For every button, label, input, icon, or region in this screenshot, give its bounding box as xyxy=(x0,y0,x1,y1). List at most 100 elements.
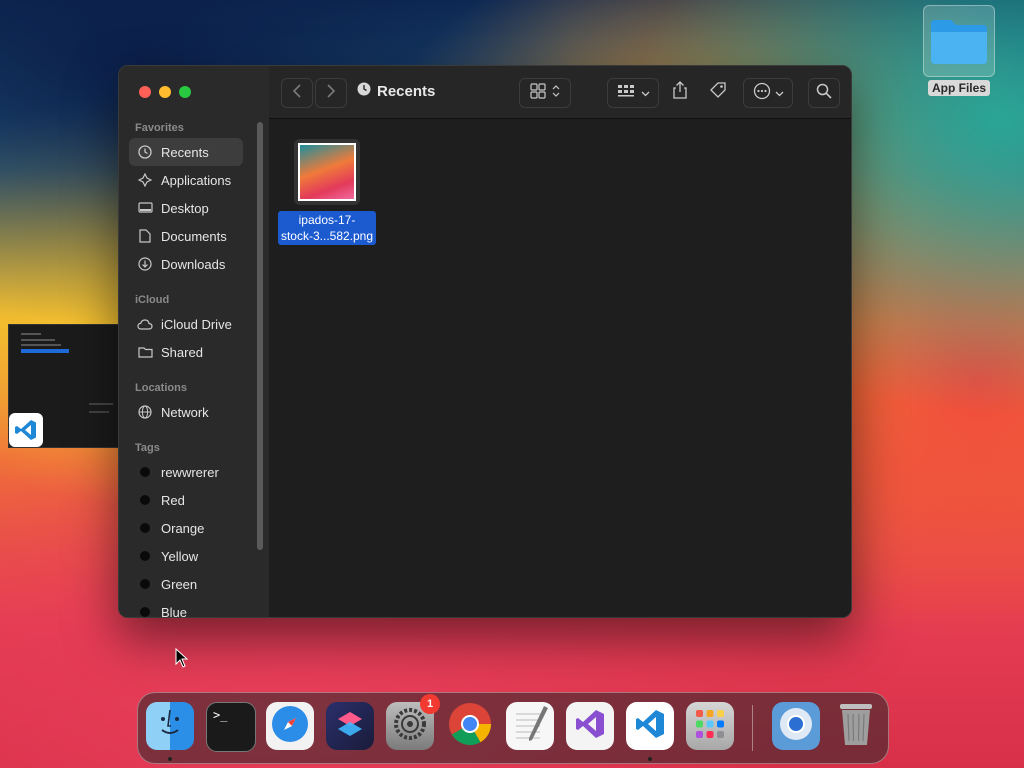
file-name-label: ipados-17- stock-3...582.png xyxy=(277,211,377,245)
desktop-folder-label: App Files xyxy=(927,80,990,96)
sidebar-item-label: Shared xyxy=(161,344,203,360)
sidebar-item-label: Downloads xyxy=(161,256,226,272)
dock-safari[interactable] xyxy=(266,702,314,750)
visual-studio-icon xyxy=(574,708,606,745)
sidebar-item-label: Recents xyxy=(161,144,209,160)
desktop-folder-app-files[interactable]: App Files xyxy=(923,5,995,97)
sidebar-tag-blue[interactable]: Blue xyxy=(129,598,243,617)
file-thumbnail xyxy=(294,139,360,205)
sidebar-tag-orange[interactable]: Orange xyxy=(129,514,243,542)
shared-folder-icon xyxy=(137,344,153,360)
sidebar-tag-yellow[interactable]: Yellow xyxy=(129,542,243,570)
sidebar-item-shared[interactable]: Shared xyxy=(129,338,243,366)
dock-separator xyxy=(752,705,753,751)
sidebar-item-desktop[interactable]: Desktop xyxy=(129,194,243,222)
dock: >_ 1 xyxy=(137,692,889,764)
tag-dot-icon xyxy=(140,495,150,505)
chevron-left-icon xyxy=(292,83,302,103)
tag-dot-icon xyxy=(140,551,150,561)
download-icon xyxy=(137,256,153,272)
sidebar-item-documents[interactable]: Documents xyxy=(129,222,243,250)
launchpad-grid-icon xyxy=(693,707,727,746)
sidebar-tag-rewwrerer[interactable]: rewwrerer xyxy=(129,458,243,486)
zoom-button[interactable] xyxy=(179,86,191,98)
search-icon xyxy=(816,83,832,104)
share-button[interactable] xyxy=(665,78,695,106)
applications-icon xyxy=(137,172,153,188)
sidebar-tag-green[interactable]: Green xyxy=(129,570,243,598)
finder-window: Favorites Recents Applications Desktop D… xyxy=(118,65,852,618)
tag-dot-icon xyxy=(140,467,150,477)
tag-dot-icon xyxy=(140,523,150,533)
finder-icon xyxy=(152,706,188,747)
image-preview-icon xyxy=(298,143,356,201)
dock-launchpad[interactable] xyxy=(686,702,734,750)
dock-visual-studio[interactable] xyxy=(566,702,614,750)
tag-icon xyxy=(709,81,727,104)
cloud-icon xyxy=(137,316,153,332)
dock-terminal[interactable]: >_ xyxy=(206,702,256,752)
trash-icon xyxy=(836,701,876,752)
sidebar-item-label: Red xyxy=(161,492,185,508)
dock-system-settings[interactable]: 1 xyxy=(386,694,440,750)
chevron-up-down-icon xyxy=(552,84,560,102)
sidebar-item-label: Orange xyxy=(161,520,205,536)
action-menu-button[interactable] xyxy=(743,78,793,108)
sidebar-scrollbar[interactable] xyxy=(257,122,263,550)
sidebar-item-recents[interactable]: Recents xyxy=(129,138,243,166)
favorites-section-title: Favorites xyxy=(135,122,184,134)
sidebar-item-network[interactable]: Network xyxy=(129,398,243,426)
dock-shortcuts[interactable] xyxy=(326,702,374,750)
vscode-icon xyxy=(9,413,43,447)
safari-compass-icon xyxy=(270,704,310,749)
clock-icon xyxy=(137,144,153,160)
tag-button[interactable] xyxy=(703,78,733,106)
notification-badge: 1 xyxy=(420,694,440,714)
view-mode-button[interactable] xyxy=(519,78,571,108)
group-grid-icon xyxy=(617,84,635,103)
share-icon xyxy=(672,80,688,104)
clock-icon xyxy=(357,82,371,100)
search-button[interactable] xyxy=(808,78,840,108)
group-by-button[interactable] xyxy=(607,78,659,108)
ellipsis-circle-icon xyxy=(753,82,771,105)
window-thumbnail[interactable] xyxy=(8,324,122,448)
file-browser-area[interactable]: ipados-17- stock-3...582.png xyxy=(269,119,851,617)
shortcuts-icon xyxy=(335,709,365,744)
sidebar-item-label: Network xyxy=(161,404,209,420)
terminal-icon: >_ xyxy=(213,708,228,722)
forward-button[interactable] xyxy=(315,78,347,108)
chevron-down-icon xyxy=(775,84,784,102)
vscode-icon xyxy=(634,708,666,745)
sidebar-item-label: rewwrerer xyxy=(161,464,219,480)
textedit-icon xyxy=(510,704,550,749)
minimize-button[interactable] xyxy=(159,86,171,98)
window-title-label: Recents xyxy=(377,82,436,100)
chrome-icon xyxy=(447,701,493,752)
sidebar-item-label: iCloud Drive xyxy=(161,316,232,332)
back-button[interactable] xyxy=(281,78,313,108)
dock-chrome[interactable] xyxy=(446,702,494,750)
dock-textedit[interactable] xyxy=(506,702,554,750)
chevron-right-icon xyxy=(326,83,336,103)
desktop-icon xyxy=(137,200,153,216)
close-button[interactable] xyxy=(139,86,151,98)
tag-dot-icon xyxy=(140,579,150,589)
file-item[interactable]: ipados-17- stock-3...582.png xyxy=(273,139,381,245)
dock-finder[interactable] xyxy=(146,702,194,750)
sidebar-item-label: Green xyxy=(161,576,198,592)
locations-section-title: Locations xyxy=(135,382,187,394)
chevron-down-icon xyxy=(641,84,650,102)
chromium-icon xyxy=(776,704,816,749)
finder-sidebar: Favorites Recents Applications Desktop D… xyxy=(119,66,270,617)
finder-toolbar: Recents xyxy=(269,66,851,119)
window-controls xyxy=(139,86,191,98)
sidebar-item-applications[interactable]: Applications xyxy=(129,166,243,194)
dock-trash[interactable] xyxy=(832,702,880,750)
sidebar-tag-red[interactable]: Red xyxy=(129,486,243,514)
dock-vscode[interactable] xyxy=(626,702,674,750)
sidebar-item-downloads[interactable]: Downloads xyxy=(129,250,243,278)
sidebar-item-icloud-drive[interactable]: iCloud Drive xyxy=(129,310,243,338)
grid-view-icon xyxy=(530,82,546,104)
dock-chromium-folder[interactable] xyxy=(772,702,820,750)
